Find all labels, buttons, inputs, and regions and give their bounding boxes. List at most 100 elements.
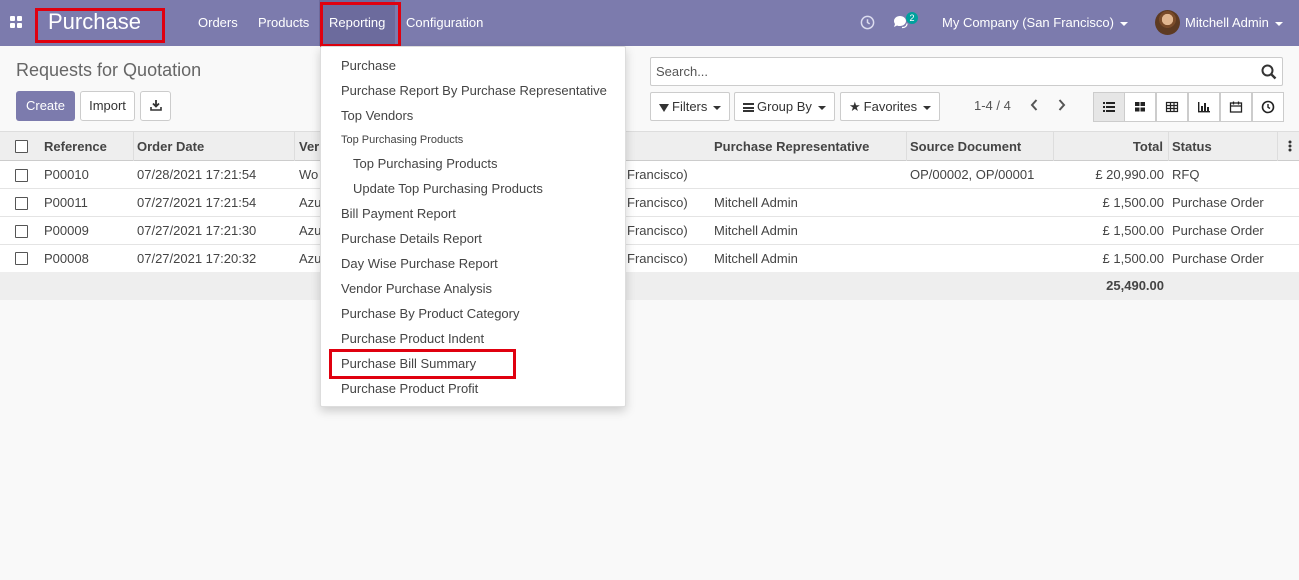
menu-item-bill-payment-report[interactable]: Bill Payment Report [341,203,456,225]
menu-item-purchase-report-by-representative[interactable]: Purchase Report By Purchase Representati… [341,80,607,102]
cell-order-date: 07/27/2021 17:21:54 [137,195,257,210]
menu-item-top-vendors[interactable]: Top Vendors [341,105,413,127]
cell-reference: P00009 [44,223,89,238]
cell-vendor: Azu [299,195,322,210]
company-switcher[interactable]: My Company (San Francisco) [942,0,1128,46]
calendar-icon [1229,101,1243,113]
cell-total: £ 1,500.00 [1102,251,1164,266]
cell-total: £ 20,990.00 [1095,167,1164,182]
avatar[interactable] [1155,10,1180,35]
filter-icon [659,104,669,112]
table-footer: 25,490.00 [0,272,1299,300]
cell-order-date: 07/27/2021 17:20:32 [137,251,257,266]
column-status[interactable]: Status [1168,132,1278,161]
list-icon [1103,102,1115,112]
column-purchase-representative[interactable]: Purchase Representative [710,132,907,161]
group-by-button[interactable]: Group By [734,92,835,121]
page-title: Requests for Quotation [16,60,202,80]
pager-value[interactable]: 1-4 / 4 [974,98,1011,113]
graph-view-button[interactable] [1188,92,1220,122]
cell-status: Purchase Order [1172,195,1264,210]
search-icon[interactable] [1261,64,1277,80]
cell-reference: P00010 [44,167,89,182]
menu-orders[interactable]: Orders [198,0,238,46]
activity-clock-icon[interactable] [860,15,875,31]
messages-badge: 2 [906,12,918,24]
filters-button[interactable]: Filters [650,92,731,121]
search-input[interactable] [651,58,1251,85]
chevron-down-icon [1119,21,1128,26]
menu-item-update-top-purchasing-products[interactable]: Update Top Purchasing Products [353,178,543,200]
column-reference[interactable]: Reference [40,132,134,161]
chevron-down-icon [923,105,932,110]
menu-item-purchase-bill-summary[interactable]: Purchase Bill Summary [341,353,476,375]
cell-order-date: 07/27/2021 17:21:30 [137,223,257,238]
filters-label: Filters [672,99,708,114]
menu-products[interactable]: Products [258,0,309,46]
column-options-icon[interactable] [1288,140,1292,152]
pager-next-icon[interactable] [1057,98,1067,112]
menu-item-purchase-by-product-category[interactable]: Purchase By Product Category [341,303,519,325]
menu-item-top-purchasing-products[interactable]: Top Purchasing Products [353,153,498,175]
row-checkbox[interactable] [15,225,28,238]
pivot-view-button[interactable] [1156,92,1188,122]
cell-status: RFQ [1172,167,1200,182]
row-checkbox[interactable] [15,252,28,265]
menu-item-purchase-product-profit[interactable]: Purchase Product Profit [341,378,478,400]
clock-icon [1261,100,1275,114]
favorites-button[interactable]: ★ Favorites [840,92,941,121]
menu-section-top-purchasing-products: Top Purchasing Products [341,134,464,146]
favorites-label: Favorites [863,99,918,114]
list-view-button[interactable] [1093,92,1125,122]
menu-item-day-wise-purchase-report[interactable]: Day Wise Purchase Report [341,253,498,275]
activity-view-button[interactable] [1252,92,1284,122]
column-total[interactable]: Total [1053,132,1169,161]
menu-item-vendor-purchase-analysis[interactable]: Vendor Purchase Analysis [341,278,492,300]
search-bar [650,57,1283,86]
cell-representative: Mitchell Admin [714,251,798,266]
table-icon [1165,101,1179,113]
cell-status: Purchase Order [1172,223,1264,238]
bar-chart-icon [1198,102,1210,113]
cell-vendor: Azu [299,223,322,238]
cell-total: £ 1,500.00 [1102,195,1164,210]
cell-vendor: Wo [299,167,319,182]
column-order-date[interactable]: Order Date [133,132,295,161]
row-checkbox[interactable] [15,197,28,210]
calendar-view-button[interactable] [1220,92,1252,122]
kanban-view-button[interactable] [1124,92,1156,122]
row-checkbox[interactable] [15,169,28,182]
table-row[interactable]: P00008 07/27/2021 17:20:32 Azu Francisco… [0,245,1299,273]
menu-configuration[interactable]: Configuration [406,0,483,46]
reporting-dropdown-menu: Purchase Purchase Report By Purchase Rep… [320,46,626,407]
table-header: Reference Order Date Ver Purchase Repres… [0,131,1299,161]
cell-representative: Mitchell Admin [714,223,798,238]
user-menu[interactable]: Mitchell Admin [1185,0,1283,46]
chevron-down-icon [1274,21,1283,26]
menu-reporting[interactable]: Reporting [319,0,396,46]
table-row[interactable]: P00011 07/27/2021 17:21:54 Azu Francisco… [0,189,1299,217]
cell-status: Purchase Order [1172,251,1264,266]
chevron-down-icon [713,105,722,110]
table-row[interactable]: P00010 07/28/2021 17:21:54 Wo Francisco)… [0,161,1299,189]
table-row[interactable]: P00009 07/27/2021 17:21:30 Azu Francisco… [0,217,1299,245]
download-icon [149,99,162,111]
download-button[interactable] [140,91,171,121]
chevron-down-icon [817,105,826,110]
select-all-checkbox[interactable] [15,140,28,153]
column-source-document[interactable]: Source Document [906,132,1054,161]
menu-item-purchase-product-indent[interactable]: Purchase Product Indent [341,328,484,350]
menu-item-purchase[interactable]: Purchase [341,55,396,77]
app-name[interactable]: Purchase [48,9,141,35]
company-name: My Company (San Francisco) [942,15,1114,30]
import-button[interactable]: Import [80,91,135,121]
pager-previous-icon[interactable] [1029,98,1039,112]
group-by-label: Group By [757,99,812,114]
cell-company: Francisco) [627,223,688,238]
cell-total: £ 1,500.00 [1102,223,1164,238]
cell-source-document: OP/00002, OP/00001 [910,167,1035,182]
cell-representative: Mitchell Admin [714,195,798,210]
apps-menu-icon[interactable] [10,16,24,30]
create-button[interactable]: Create [16,91,75,121]
menu-item-purchase-details-report[interactable]: Purchase Details Report [341,228,482,250]
